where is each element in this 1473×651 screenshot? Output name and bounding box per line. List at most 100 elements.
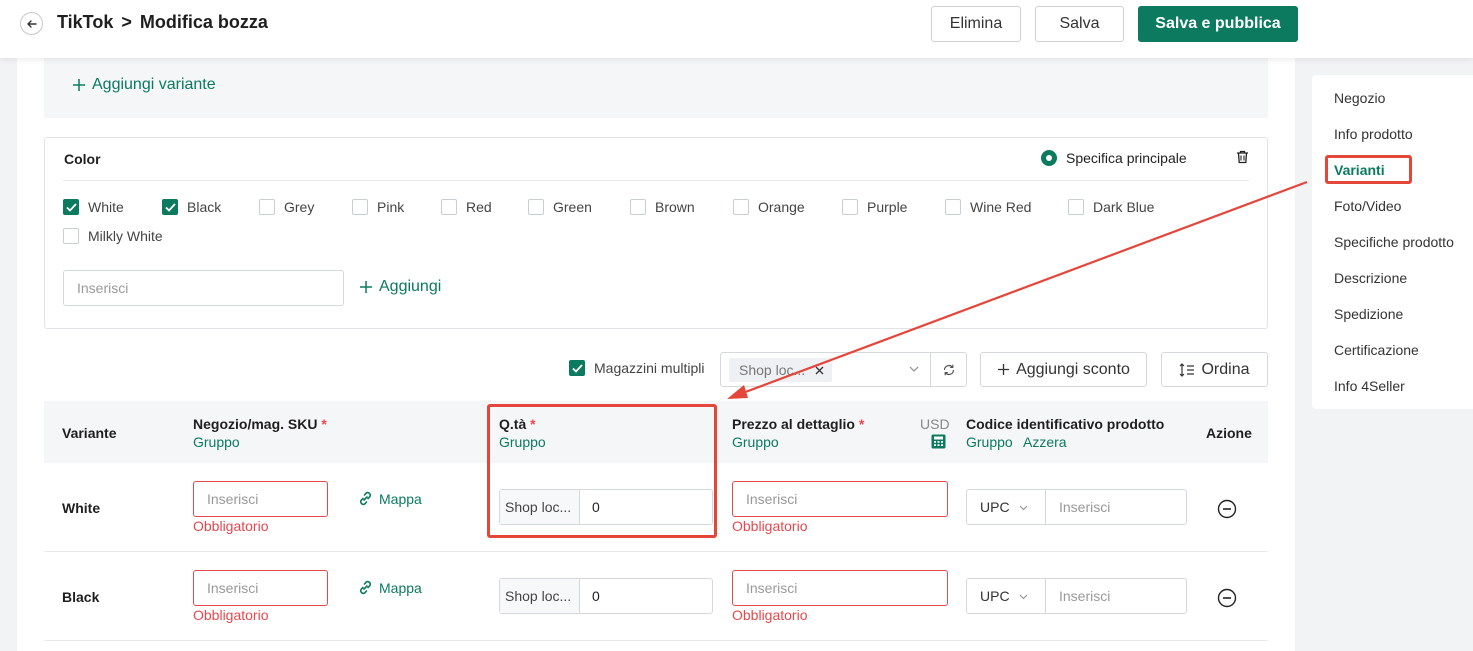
top-header: TikTok > Modifica bozza Elimina Salva Sa… — [0, 0, 1473, 58]
sku-input[interactable]: Inserisci — [193, 570, 328, 606]
color-option-green[interactable]: Green — [528, 199, 592, 215]
qty-input[interactable]: 0 — [580, 579, 712, 613]
breadcrumb-separator: > — [121, 12, 132, 32]
plus-icon — [73, 79, 85, 91]
color-option-pink[interactable]: Pink — [352, 199, 404, 215]
close-icon[interactable] — [815, 366, 824, 375]
checkbox-icon — [1068, 199, 1084, 215]
color-option-red[interactable]: Red — [441, 199, 492, 215]
remove-row-icon[interactable] — [1217, 588, 1237, 608]
nav-item-varianti[interactable]: Varianti — [1334, 162, 1385, 178]
trash-icon[interactable] — [1236, 150, 1249, 164]
code-group-link[interactable]: Gruppo — [966, 434, 1013, 450]
nav-item-descrizione[interactable]: Descrizione — [1334, 270, 1407, 286]
delete-button[interactable]: Elimina — [931, 6, 1021, 42]
variant-table-header: Variante Negozio/mag. SKU * Gruppo Q.tà … — [44, 401, 1268, 463]
color-option-label: Orange — [758, 199, 805, 215]
price-error: Obbligatorio — [732, 607, 808, 623]
qty-shop-location[interactable]: Shop loc... — [500, 490, 580, 524]
price-input[interactable]: Inserisci — [732, 570, 948, 606]
sku-input[interactable]: Inserisci — [193, 481, 328, 517]
color-option-brown[interactable]: Brown — [630, 199, 695, 215]
section-nav: Negozio Info prodotto Varianti Foto/Video Sp… — [1312, 75, 1473, 409]
color-option-orange[interactable]: Orange — [733, 199, 805, 215]
color-option-label: Pink — [377, 199, 405, 215]
color-option-black[interactable]: Black — [162, 199, 221, 215]
table-row: White Inserisci Obbligatorio Mappa Shop loc.… — [44, 463, 1268, 552]
checkbox-icon — [630, 199, 646, 215]
color-option-label: Green — [553, 199, 592, 215]
refresh-icon — [943, 364, 954, 375]
color-option-label: Wine Red — [970, 199, 1032, 215]
main-spec-radio[interactable]: Specifica principale — [1041, 150, 1187, 166]
nav-item-info-4seller[interactable]: Info 4Seller — [1334, 378, 1405, 394]
add-discount-button[interactable]: Aggiungi sconto — [980, 352, 1147, 387]
page-title: Modifica bozza — [139, 12, 268, 32]
multi-warehouse-label: Magazzini multipli — [594, 360, 705, 376]
nav-item-specifiche-prodotto[interactable]: Specifiche prodotto — [1334, 234, 1454, 250]
main-panel: Aggiungi variante Color Specifica princi… — [17, 58, 1295, 651]
save-publish-button[interactable]: Salva e pubblica — [1138, 6, 1298, 42]
qty-input-group: Shop loc... 0 — [499, 489, 713, 525]
map-link[interactable]: Mappa — [357, 579, 422, 596]
chevron-down-icon — [1019, 594, 1027, 599]
link-icon — [359, 491, 372, 506]
qty-input-group: Shop loc... 0 — [499, 578, 713, 614]
code-input[interactable]: Inserisci — [1046, 490, 1186, 524]
shop-location-tag: Shop loc... — [729, 358, 833, 382]
remove-row-icon[interactable] — [1217, 499, 1237, 519]
qty-shop-location[interactable]: Shop loc... — [500, 579, 580, 613]
price-error: Obbligatorio — [732, 518, 808, 534]
nav-item-certificazione[interactable]: Certificazione — [1334, 342, 1419, 358]
back-button[interactable] — [20, 12, 43, 35]
refresh-button[interactable] — [930, 352, 967, 387]
code-input[interactable]: Inserisci — [1046, 579, 1186, 613]
price-input[interactable]: Inserisci — [732, 481, 948, 517]
table-row: Black Inserisci Obbligatorio Mappa Shop loc.… — [44, 552, 1268, 641]
sku-group-link[interactable]: Gruppo — [193, 434, 240, 450]
col-sku: Negozio/mag. SKU * — [193, 416, 327, 432]
multi-warehouse-checkbox[interactable]: Magazzini multipli — [569, 360, 704, 376]
shop-location-tag-label: Shop loc... — [739, 362, 806, 378]
code-type-select[interactable]: UPC — [967, 490, 1046, 524]
add-variant-button[interactable]: Aggiungi variante — [72, 76, 216, 94]
sort-button[interactable]: Ordina — [1161, 352, 1268, 387]
color-option-wine-red[interactable]: Wine Red — [945, 199, 1031, 215]
checkbox-icon — [945, 199, 961, 215]
color-option-label: Red — [466, 199, 492, 215]
required-mark: * — [858, 416, 865, 432]
price-group-link[interactable]: Gruppo — [732, 434, 779, 450]
calculator-icon[interactable] — [931, 434, 946, 449]
color-option-grey[interactable]: Grey — [259, 199, 314, 215]
divider — [63, 180, 1249, 181]
add-discount-label: Aggiungi sconto — [1016, 360, 1130, 378]
required-mark: * — [321, 416, 327, 432]
chevron-down-icon — [909, 366, 919, 372]
nav-item-spedizione[interactable]: Spedizione — [1334, 306, 1403, 322]
code-type-select[interactable]: UPC — [967, 579, 1046, 613]
map-link[interactable]: Mappa — [357, 490, 422, 507]
plus-icon — [998, 364, 1010, 375]
breadcrumb-app[interactable]: TikTok — [57, 12, 113, 33]
add-color-button[interactable]: Aggiungi — [359, 278, 441, 296]
chevron-down-icon — [1019, 505, 1027, 510]
code-reset-link[interactable]: Azzera — [1023, 434, 1067, 450]
required-mark: * — [530, 416, 536, 432]
color-option-milkly-white[interactable]: Milkly White — [63, 228, 163, 244]
variant-name: Black — [62, 589, 100, 605]
nav-item-info-prodotto[interactable]: Info prodotto — [1334, 126, 1413, 142]
save-button[interactable]: Salva — [1035, 6, 1124, 42]
color-option-white[interactable]: White — [63, 199, 124, 215]
arrow-left-icon — [26, 19, 37, 28]
color-option-dark-blue[interactable]: Dark Blue — [1068, 199, 1154, 215]
color-option-label: Black — [187, 199, 222, 215]
qty-group-link[interactable]: Gruppo — [499, 434, 546, 450]
shop-location-select[interactable]: Shop loc... — [720, 352, 931, 387]
col-price: Prezzo al dettaglio * — [732, 416, 864, 432]
color-option-purple[interactable]: Purple — [842, 199, 907, 215]
nav-item-foto-video[interactable]: Foto/Video — [1334, 198, 1401, 214]
col-variant: Variante — [62, 425, 117, 441]
qty-input[interactable]: 0 — [580, 490, 712, 524]
nav-item-negozio[interactable]: Negozio — [1334, 90, 1385, 106]
color-input[interactable]: Inserisci — [63, 270, 344, 306]
